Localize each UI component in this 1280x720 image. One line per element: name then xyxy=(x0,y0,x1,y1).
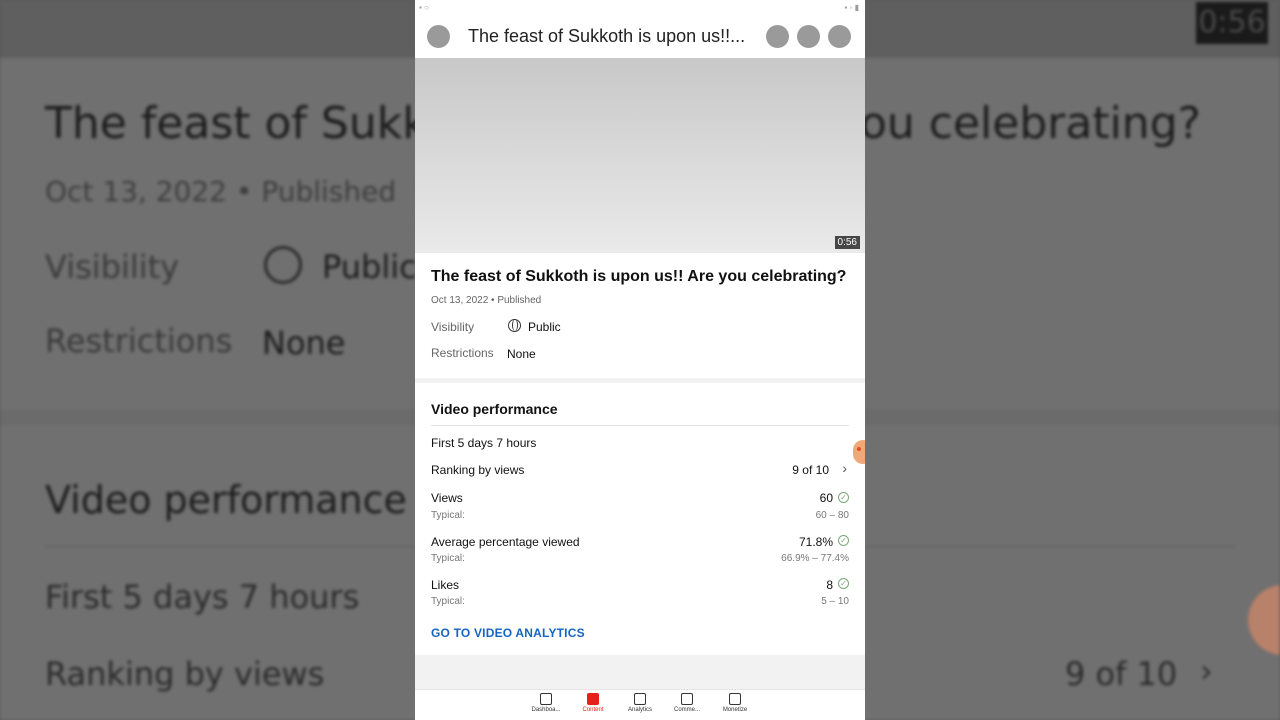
bg-title-right: ou celebrating? xyxy=(860,98,1201,149)
ranking-value: 9 of 10 xyxy=(792,463,829,477)
bg-ranking-label: Ranking by views xyxy=(45,655,325,693)
bg-perf-title: Video performance xyxy=(45,478,407,522)
check-circle-icon: ✓ xyxy=(838,578,849,589)
nav-item-dashboard[interactable]: Dashboa... xyxy=(521,693,571,713)
metric-value: 8 xyxy=(826,578,833,592)
metric-typical-range: 66.9% – 77.4% xyxy=(781,553,849,564)
metric-typical-label: Typical: xyxy=(431,553,465,564)
bg-visibility-label: Visibility xyxy=(45,248,180,286)
app-bar: The feast of Sukkoth is upon us!!... xyxy=(415,16,865,58)
metric-typical-range: 5 – 10 xyxy=(821,596,849,607)
comments-icon xyxy=(681,693,693,705)
phone-screen: ▪ ○ ▪ ◦ ▮ The feast of Sukkoth is upon u… xyxy=(415,0,865,720)
bg-period: First 5 days 7 hours xyxy=(45,578,360,616)
bg-timer: 0:56 xyxy=(1196,2,1268,44)
visibility-value[interactable]: Public xyxy=(528,320,561,334)
bg-ranking-value: 9 of 10 xyxy=(1065,655,1178,693)
analytics-icon xyxy=(634,693,646,705)
content-icon xyxy=(587,693,599,705)
metric-typical-label: Typical: xyxy=(431,596,465,607)
metric-typical-label: Typical: xyxy=(431,510,465,521)
metric-typical-range: 60 – 80 xyxy=(815,510,849,521)
nav-label: Comme... xyxy=(673,707,700,713)
status-right-icons: ▪ ◦ ▮ xyxy=(844,3,859,12)
nav-label: Monetize xyxy=(722,707,748,713)
share-button[interactable] xyxy=(797,25,820,48)
divider xyxy=(431,425,849,426)
bg-title-left: The feast of Sukk xyxy=(45,98,428,149)
video-details-card: The feast of Sukkoth is upon us!! Are yo… xyxy=(415,253,865,378)
metric-label: Views xyxy=(431,491,463,505)
metric-value: 71.8% xyxy=(798,535,833,549)
chevron-right-icon: › xyxy=(842,460,847,476)
bg-visibility-value: Public xyxy=(322,248,417,286)
bottom-nav: Dashboa... Content Analytics Comme... Mo… xyxy=(415,689,865,720)
status-left-icons: ▪ ○ xyxy=(419,3,429,12)
visibility-label: Visibility xyxy=(431,320,475,334)
period-label: First 5 days 7 hours xyxy=(431,436,537,450)
nav-item-comments[interactable]: Comme... xyxy=(662,693,712,713)
nav-item-content[interactable]: Content xyxy=(568,693,618,713)
ranking-label: Ranking by views xyxy=(431,463,525,477)
back-button[interactable] xyxy=(427,25,450,48)
check-circle-icon: ✓ xyxy=(838,492,849,503)
bg-restrictions-label: Restrictions xyxy=(45,322,233,360)
metric-value: 60 xyxy=(819,491,833,505)
video-player[interactable]: 0:56 xyxy=(415,58,865,253)
status-bar: ▪ ○ ▪ ◦ ▮ xyxy=(415,0,865,16)
go-to-analytics-link[interactable]: GO TO VIDEO ANALYTICS xyxy=(431,626,585,640)
floating-bubble[interactable] xyxy=(853,440,865,464)
restrictions-value[interactable]: None xyxy=(507,347,536,361)
nav-item-monetize[interactable]: Monetize xyxy=(710,693,760,713)
video-duration: 0:56 xyxy=(834,236,860,249)
video-title: The feast of Sukkoth is upon us!! Are yo… xyxy=(431,268,847,285)
globe-icon xyxy=(508,319,521,332)
nav-label: Dashboa... xyxy=(531,707,561,713)
monetize-icon xyxy=(729,693,741,705)
edit-button[interactable] xyxy=(766,25,789,48)
app-bar-title: The feast of Sukkoth is upon us!!... xyxy=(468,26,746,46)
nav-label: Analytics xyxy=(627,707,652,713)
bg-chevron-right-icon: › xyxy=(1200,652,1213,690)
bg-globe-icon xyxy=(264,246,302,284)
nav-label: Content xyxy=(582,707,604,713)
more-options-button[interactable] xyxy=(828,25,851,48)
bg-restrictions-value: None xyxy=(262,324,346,362)
video-date-status: Oct 13, 2022 • Published xyxy=(431,295,542,306)
dashboard-icon xyxy=(540,693,552,705)
metric-label: Likes xyxy=(431,578,460,592)
video-performance-card: Video performance First 5 days 7 hours R… xyxy=(415,383,865,655)
bg-date: Oct 13, 2022 • Published xyxy=(45,175,397,208)
nav-item-analytics[interactable]: Analytics xyxy=(615,693,665,713)
metric-label: Average percentage viewed xyxy=(431,535,580,549)
performance-title: Video performance xyxy=(431,401,558,417)
restrictions-label: Restrictions xyxy=(431,346,494,360)
check-circle-icon: ✓ xyxy=(838,535,849,546)
